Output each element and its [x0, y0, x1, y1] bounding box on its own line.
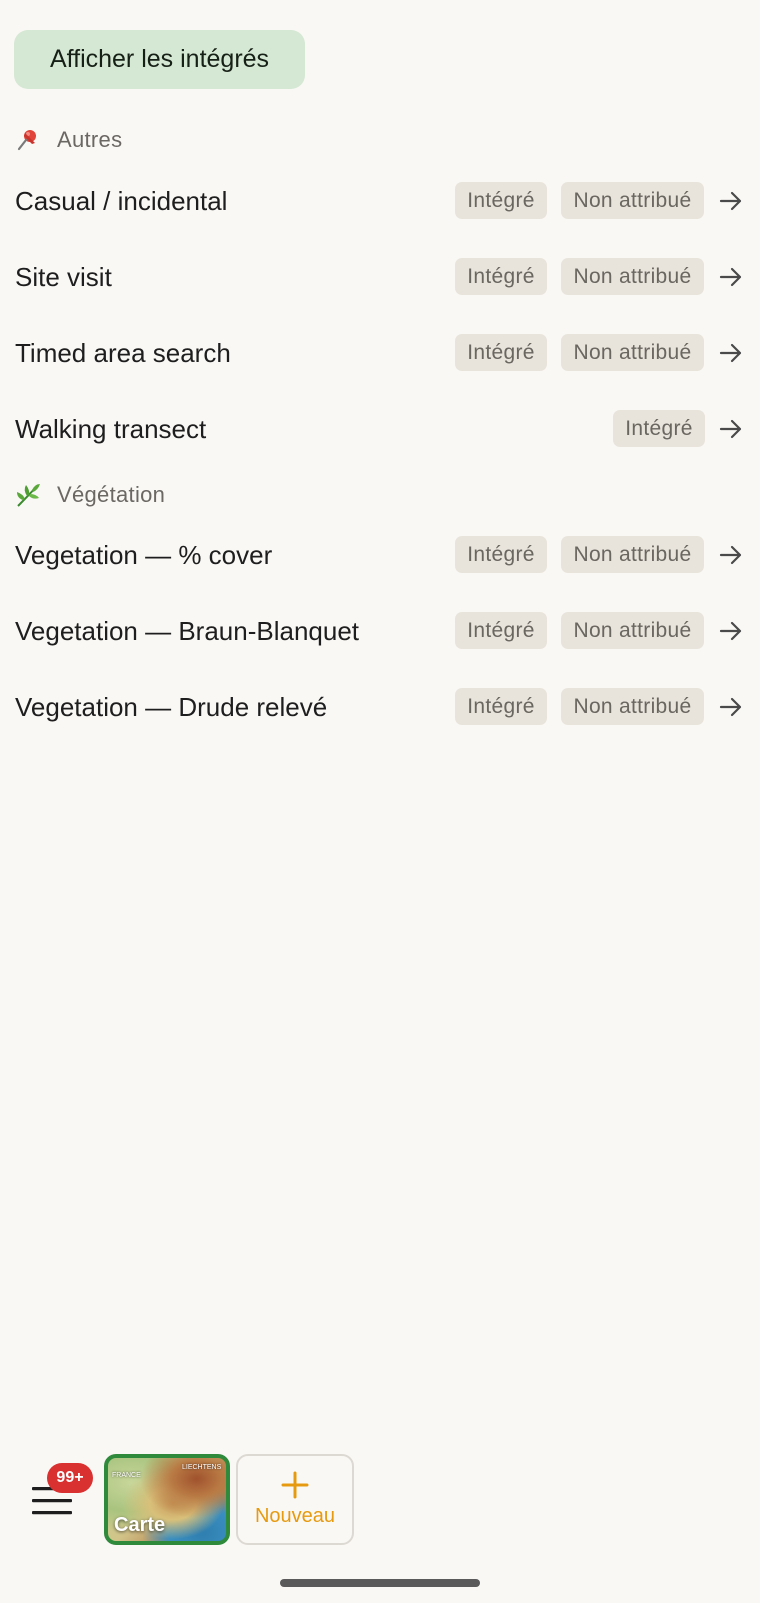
- map-tiny-label: FRANCE: [112, 1472, 141, 1479]
- list-item-title: Walking transect: [15, 413, 207, 444]
- plus-icon: [281, 1471, 309, 1499]
- pushpin-icon: [15, 127, 41, 153]
- list-item-title: Vegetation — Braun-Blanquet: [15, 615, 360, 646]
- map-button-label: Carte: [114, 1514, 166, 1536]
- builtin-badge: Intégré: [455, 334, 547, 371]
- herb-icon: [15, 482, 41, 508]
- section-title: Végétation: [57, 482, 166, 507]
- list-item-timed-area-search[interactable]: Timed area search Intégré Non attribué: [0, 323, 760, 383]
- builtin-badge: Intégré: [613, 410, 705, 447]
- arrow-right-icon: [719, 545, 742, 565]
- list-item-title: Timed area search: [15, 337, 231, 368]
- list-item-casual-incidental[interactable]: Casual / incidental Intégré Non attribué: [0, 171, 760, 231]
- show-builtin-toggle-button[interactable]: Afficher les intégrés: [14, 30, 305, 89]
- section-header-autres: Autres: [15, 127, 122, 153]
- unassigned-badge: Non attribué: [561, 258, 704, 295]
- list-item-site-visit[interactable]: Site visit Intégré Non attribué: [0, 247, 760, 307]
- builtin-badge: Intégré: [455, 688, 547, 725]
- builtin-badge: Intégré: [455, 258, 547, 295]
- map-tiny-label: LIECHTENS: [182, 1464, 222, 1471]
- list-item-title: Vegetation — % cover: [15, 539, 273, 570]
- unassigned-badge: Non attribué: [561, 612, 704, 649]
- section-title: Autres: [57, 127, 123, 152]
- list-item-vegetation-braun-blanquet[interactable]: Vegetation — Braun-Blanquet Intégré Non …: [0, 601, 760, 661]
- unassigned-badge: Non attribué: [561, 536, 704, 573]
- list-item-walking-transect[interactable]: Walking transect Intégré: [0, 399, 760, 459]
- arrow-right-icon: [719, 267, 742, 287]
- unassigned-badge: Non attribué: [561, 182, 704, 219]
- arrow-right-icon: [719, 191, 742, 211]
- arrow-right-icon: [719, 697, 742, 717]
- list-item-title: Site visit: [15, 261, 112, 292]
- notification-badge: 99+: [47, 1463, 93, 1493]
- builtin-badge: Intégré: [455, 182, 547, 219]
- section-header-vegetation: Végétation: [15, 482, 165, 508]
- new-button-label: Nouveau: [254, 1505, 336, 1527]
- unassigned-badge: Non attribué: [561, 334, 704, 371]
- list-item-vegetation-drude-releve[interactable]: Vegetation — Drude relevé Intégré Non at…: [0, 677, 760, 737]
- arrow-right-icon: [719, 621, 742, 641]
- new-button[interactable]: Nouveau: [236, 1454, 354, 1545]
- builtin-badge: Intégré: [455, 612, 547, 649]
- home-indicator[interactable]: [280, 1579, 480, 1587]
- map-button[interactable]: FRANCE LIECHTENS Carte: [104, 1454, 230, 1545]
- builtin-badge: Intégré: [455, 536, 547, 573]
- arrow-right-icon: [719, 343, 742, 363]
- list-item-title: Vegetation — Drude relevé: [15, 691, 328, 722]
- arrow-right-icon: [719, 419, 742, 439]
- list-item-vegetation-cover[interactable]: Vegetation — % cover Intégré Non attribu…: [0, 525, 760, 585]
- list-item-title: Casual / incidental: [15, 185, 228, 216]
- unassigned-badge: Non attribué: [561, 688, 704, 725]
